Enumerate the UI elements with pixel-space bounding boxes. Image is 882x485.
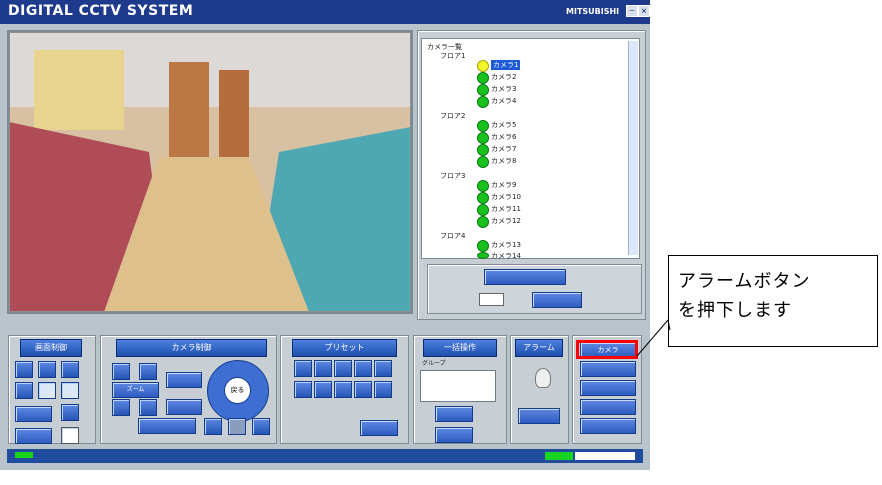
camera-item[interactable]: カメラ9: [491, 180, 516, 190]
alarm-list-button[interactable]: [580, 418, 636, 434]
camera-item[interactable]: カメラ10: [491, 192, 521, 202]
preset-number-button[interactable]: [334, 360, 352, 377]
camera-status-icon: [477, 84, 489, 96]
camera-assignment-button[interactable]: [484, 269, 566, 285]
status-meter-icon: [545, 452, 573, 460]
camera-video-feed: [7, 30, 413, 314]
floor-label: フロア2: [440, 112, 466, 120]
speed-button[interactable]: [138, 418, 196, 434]
camera-status-icon: [477, 132, 489, 144]
camera-scene-image: [9, 32, 411, 312]
camera-status-icon: [477, 120, 489, 132]
lamp-icon: [535, 368, 551, 388]
camera-status-icon: [477, 72, 489, 84]
camera-item[interactable]: カメラ8: [491, 156, 516, 166]
brand-label: MITSUBISHI: [566, 7, 620, 16]
cctv-window: DIGITAL CCTV SYSTEM MITSUBISHI ─ × カメラ一覧…: [0, 0, 650, 470]
minimize-icon[interactable]: ─: [626, 5, 638, 17]
preset-number-button[interactable]: [294, 381, 312, 398]
status-bar: [7, 449, 643, 463]
screen-control-button[interactable]: 画面制御: [20, 339, 82, 357]
camera-control-button[interactable]: カメラ制御: [116, 339, 267, 357]
camera-item-selected[interactable]: カメラ1: [491, 60, 521, 70]
camera-status-icon: [477, 60, 489, 72]
camera-status-icon: [477, 96, 489, 108]
alarm-list-button[interactable]: [580, 380, 636, 396]
screen-layout-button[interactable]: [15, 382, 33, 399]
camera-status-icon: [477, 192, 489, 204]
playback-button[interactable]: [15, 428, 52, 444]
batch-operation-button[interactable]: 一括操作: [423, 339, 497, 357]
batch-button[interactable]: [435, 427, 473, 443]
camera-list-scrollbar[interactable]: [628, 41, 638, 255]
camera-item[interactable]: カメラ3: [491, 84, 516, 94]
floor-label: フロア1: [440, 52, 466, 60]
close-icon[interactable]: ×: [638, 5, 650, 17]
channel-select[interactable]: [479, 293, 504, 306]
preset-register-button[interactable]: [360, 420, 398, 436]
camera-item[interactable]: カメラ2: [491, 72, 516, 82]
preset-number-button[interactable]: [314, 360, 332, 377]
title-bar: DIGITAL CCTV SYSTEM MITSUBISHI ─ ×: [0, 0, 650, 24]
floor-label: フロア4: [440, 232, 466, 240]
preset-number-button[interactable]: [334, 381, 352, 398]
camera-snapshot-icon[interactable]: [61, 427, 79, 444]
camera-status-icon: [477, 180, 489, 192]
preset-number-button[interactable]: [354, 360, 372, 377]
record-button[interactable]: [15, 406, 52, 422]
pan-down-button[interactable]: [112, 399, 130, 416]
callout-line-2: を押下します: [678, 300, 792, 320]
screen-layout-button[interactable]: [61, 404, 79, 421]
callout-line-1: アラームボタン: [678, 271, 811, 291]
camera-item[interactable]: カメラ12: [491, 216, 521, 226]
tilt-down-button[interactable]: [139, 399, 157, 416]
alarm-reset-button[interactable]: [518, 408, 560, 424]
screen-layout-button[interactable]: [38, 361, 56, 378]
batch-button[interactable]: [435, 406, 473, 422]
app-title: DIGITAL CCTV SYSTEM: [8, 3, 194, 19]
camera-status-icon: [477, 144, 489, 156]
screen-layout-button[interactable]: [61, 361, 79, 378]
camera-item[interactable]: カメラ14: [491, 251, 521, 261]
camera-status-icon: [477, 204, 489, 216]
screen-layout-button[interactable]: [15, 361, 33, 378]
focus-near-button[interactable]: [166, 372, 202, 388]
camera-status-icon: [477, 240, 489, 252]
tilt-up-button[interactable]: [139, 363, 157, 380]
status-meter-bar: [575, 452, 635, 460]
preset-button[interactable]: プリセット: [292, 339, 397, 357]
screen-layout-button[interactable]: [61, 382, 79, 399]
pan-up-button[interactable]: [112, 363, 130, 380]
camera-item[interactable]: カメラ5: [491, 120, 516, 130]
camera-item[interactable]: カメラ6: [491, 132, 516, 142]
screen-layout-button[interactable]: [38, 382, 56, 399]
focus-far-button[interactable]: [166, 399, 202, 415]
camera-status-icon: [477, 156, 489, 168]
alarm-header-button[interactable]: アラーム: [515, 339, 563, 357]
apply-button[interactable]: [532, 292, 582, 308]
preset-number-button[interactable]: [374, 360, 392, 377]
callout-text: アラームボタン を押下します: [678, 267, 810, 325]
status-indicator-icon: [15, 452, 33, 458]
preset-number-button[interactable]: [354, 381, 372, 398]
camera-item[interactable]: カメラ7: [491, 144, 516, 154]
ptz-preset-button[interactable]: [228, 418, 246, 435]
preset-number-button[interactable]: [294, 360, 312, 377]
group-list-box[interactable]: [420, 370, 496, 402]
camera-item[interactable]: カメラ13: [491, 240, 521, 250]
ptz-preset-button[interactable]: [204, 418, 222, 435]
camera-item[interactable]: カメラ4: [491, 96, 516, 106]
preset-number-button[interactable]: [314, 381, 332, 398]
group-label: グループ: [422, 360, 446, 367]
zoom-button[interactable]: ズーム: [112, 382, 159, 398]
camera-status-icon: [477, 216, 489, 228]
camera-tree: カメラ一覧 フロア1 カメラ1 カメラ2 カメラ3 カメラ4 フロア2 カメラ5…: [421, 38, 640, 261]
alarm-list-button[interactable]: [580, 399, 636, 415]
preset-number-button[interactable]: [374, 381, 392, 398]
floor-label: フロア3: [440, 172, 466, 180]
ptz-preset-button[interactable]: [252, 418, 270, 435]
ptz-center-button[interactable]: 戻る: [224, 377, 251, 404]
camera-item[interactable]: カメラ11: [491, 204, 521, 214]
camera-status-icon: [477, 252, 489, 259]
